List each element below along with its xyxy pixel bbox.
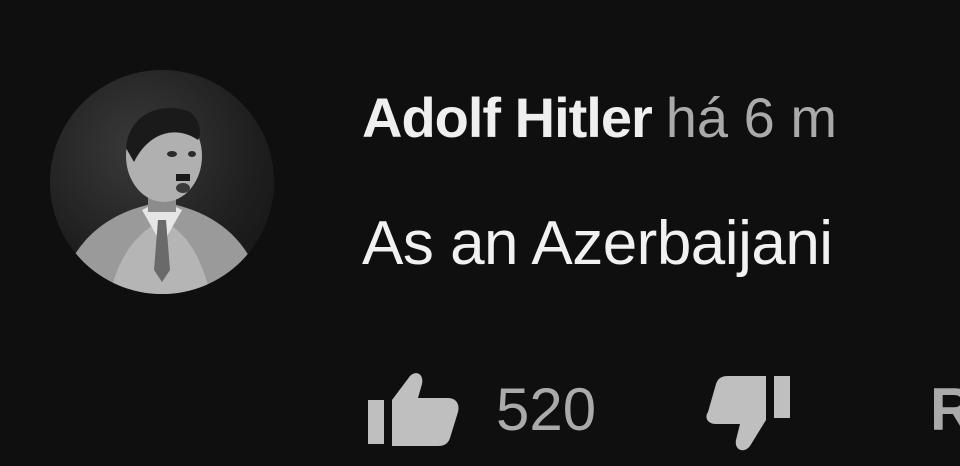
avatar[interactable]: [50, 70, 274, 294]
comment-header: Adolf Hitler há 6 m: [362, 82, 837, 154]
thumbs-down-icon: [706, 376, 790, 451]
comment-timestamp[interactable]: há 6 m: [666, 86, 837, 149]
author-name[interactable]: Adolf Hitler: [362, 86, 653, 149]
comment-actions: 520 R: [362, 368, 960, 458]
comment-thread: Adolf Hitler há 6 m As an Azerbaijani 520…: [0, 0, 960, 466]
avatar-portrait: [60, 108, 264, 294]
like-button[interactable]: [362, 368, 462, 452]
dislike-button[interactable]: [702, 368, 798, 456]
reply-button[interactable]: R: [930, 372, 960, 448]
thumbs-up-icon: [368, 373, 459, 446]
comment-text: As an Azerbaijani: [362, 209, 833, 278]
like-count: 520: [496, 376, 597, 443]
